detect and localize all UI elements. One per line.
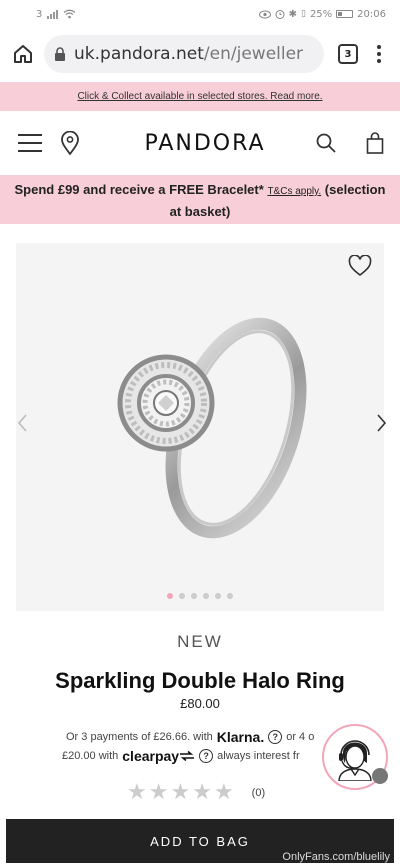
product-title: Sparkling Double Halo Ring [55, 668, 345, 693]
gallery-pagination [16, 593, 384, 599]
gallery-dot[interactable] [203, 593, 209, 599]
menu-icon[interactable] [18, 134, 42, 152]
clearpay-prefix: £20.00 with [62, 750, 119, 762]
chat-assistant-button[interactable] [322, 724, 388, 790]
bag-icon[interactable] [366, 132, 384, 154]
gallery-next-icon[interactable] [374, 413, 388, 433]
gallery-dot[interactable] [179, 593, 185, 599]
browser-toolbar: uk.pandora.net/en/jeweller 3 [0, 28, 400, 80]
klarna-prefix: Or 3 payments of £26.66. with [66, 731, 213, 743]
address-bar[interactable]: uk.pandora.net/en/jeweller [44, 35, 324, 73]
gallery-dot-active[interactable] [167, 593, 173, 599]
status-bar-right: ✱ ▯ 25% 20:06 [258, 8, 386, 20]
watermark-text: OnlyFans.com/bluelily [282, 851, 390, 863]
clearpay-logo: clearpay [122, 748, 195, 764]
browser-menu-button[interactable] [368, 43, 390, 65]
url-path: /en/jeweller [203, 44, 304, 64]
status-bar: 3 ✱ ▯ 25% 20:06 [0, 0, 400, 28]
star-icon: ★ [170, 780, 191, 805]
product-price: £80.00 [180, 696, 220, 711]
rating-row[interactable]: ★ ★ ★ ★ ★ (0) [127, 782, 265, 804]
search-icon[interactable] [316, 133, 336, 153]
clearpay-arrows-icon [180, 750, 195, 762]
store-locator-icon[interactable] [60, 131, 80, 155]
wifi-icon [63, 9, 76, 19]
status-bar-left: 3 [36, 9, 76, 20]
site-header: PANDORA [0, 111, 400, 175]
gallery-prev-icon[interactable] [16, 413, 30, 433]
wishlist-heart-icon[interactable] [348, 255, 372, 277]
chat-status-indicator [372, 768, 388, 784]
star-icon: ★ [148, 780, 169, 805]
star-icon: ★ [127, 780, 147, 805]
vibrate-icon: ▯ [300, 9, 306, 19]
header-actions [316, 132, 384, 154]
gallery-dot[interactable] [191, 593, 197, 599]
tc-link[interactable]: T&Cs apply. [267, 186, 321, 197]
click-collect-banner: Click & Collect available in selected st… [0, 82, 400, 111]
product-image-ring [117, 317, 307, 539]
clearpay-suffix: always interest fr [217, 750, 300, 762]
support-agent-icon [338, 740, 372, 781]
home-button[interactable] [12, 43, 34, 65]
star-icon: ★ [192, 780, 212, 805]
click-collect-link[interactable]: Click & Collect available in selected st… [77, 91, 322, 102]
promo-text: Spend £99 and receive a FREE Bracelet* [14, 182, 264, 197]
clearpay-help-icon[interactable]: ? [199, 749, 214, 763]
eye-icon [258, 10, 271, 18]
lock-icon [55, 47, 65, 61]
signal-icon [47, 9, 59, 19]
pandora-logo[interactable]: PANDORA [94, 131, 316, 156]
review-count: (0) [251, 787, 266, 799]
klarna-help-icon[interactable]: ? [268, 730, 283, 744]
product-gallery[interactable] [16, 243, 387, 611]
clearpay-wordmark: clearpay [122, 748, 180, 764]
new-badge: NEW [177, 632, 223, 651]
home-icon [14, 45, 32, 63]
bluetooth-icon: ✱ [288, 8, 297, 20]
promo-banner: Spend £99 and receive a FREE Bracelet* T… [0, 175, 400, 224]
klarna-suffix: or 4 o [286, 731, 315, 743]
battery-icon [336, 10, 354, 18]
alarm-icon [275, 10, 285, 19]
url-text: uk.pandora.net/en/jeweller [74, 44, 303, 64]
klarna-logo: Klarna. [216, 729, 265, 745]
url-host: uk.pandora.net [74, 44, 204, 64]
carrier-label: 3 [36, 8, 43, 20]
gallery-dot[interactable] [215, 593, 221, 599]
gallery-dot[interactable] [227, 593, 233, 599]
clock: 20:06 [357, 8, 386, 20]
tab-switcher-button[interactable]: 3 [338, 44, 358, 64]
star-icon: ★ [213, 780, 234, 805]
battery-percent: 25% [309, 8, 333, 20]
